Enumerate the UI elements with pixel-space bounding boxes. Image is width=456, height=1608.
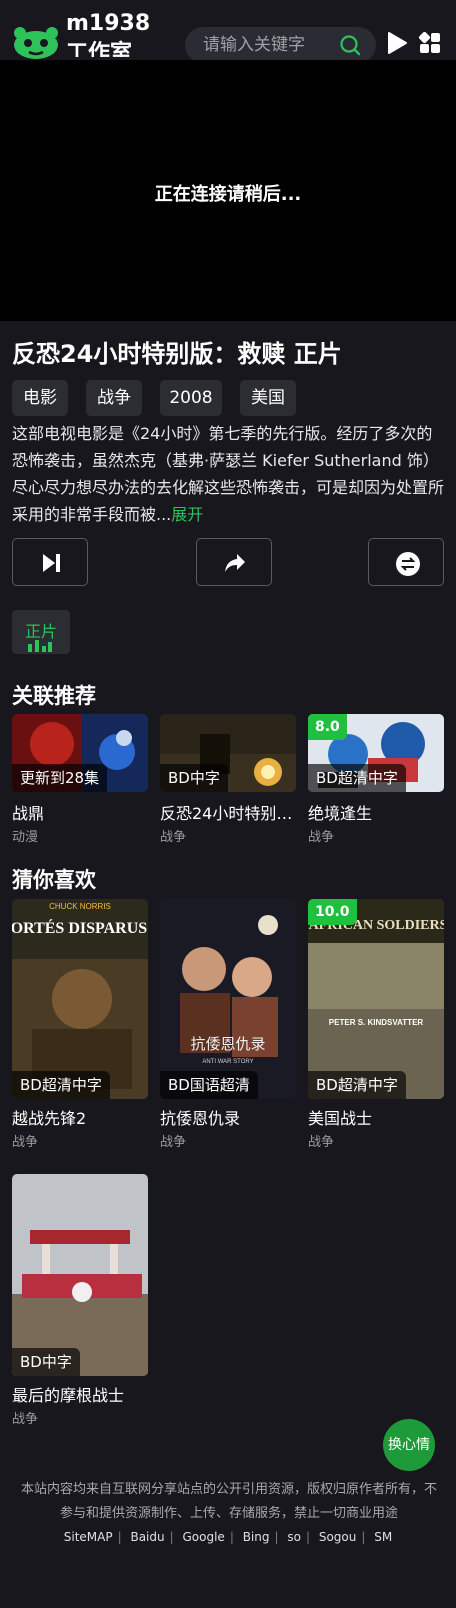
top-header: m1938工作室	[0, 0, 456, 63]
poster-image: CHUCK NORRIS PORTÉS DISPARUS 2 BD超清中字	[12, 899, 148, 1099]
play-history-icon[interactable]	[386, 31, 408, 55]
switch-source-button[interactable]	[368, 538, 444, 586]
score-badge: 8.0	[308, 714, 347, 740]
poster-top-text: CHUCK NORRIS	[49, 902, 111, 911]
footer-links: SiteMAP | Baidu | Google | Bing | so | Sogou |…	[0, 1530, 456, 1544]
card-title[interactable]: 战鼎	[12, 800, 148, 824]
share-button[interactable]	[196, 538, 272, 586]
card-genre: 战争	[12, 1412, 39, 1427]
poster-title-text: PORTÉS DISPARUS 2	[12, 918, 148, 937]
score-badge: 10.0	[308, 899, 357, 925]
divider: |	[229, 1530, 234, 1544]
episode-item-active[interactable]: 正片	[12, 610, 70, 654]
divider: |	[169, 1530, 174, 1544]
guess-section-title: 猜你喜欢	[12, 868, 96, 892]
card-title[interactable]: 美国战士	[308, 1105, 444, 1129]
footer-disclaimer: 本站内容均来自互联网分享站点的公开引用资源，版权归原作者所有，不参与和提供资源制…	[20, 1482, 437, 1521]
divider: |	[305, 1530, 311, 1544]
quality-badge: BD中字	[12, 1348, 80, 1376]
poster-sub-text: PETER S. KINDSVATTER	[329, 1018, 424, 1027]
footer-link-google[interactable]: Google	[183, 1530, 225, 1544]
poster-image: BD中字	[12, 1174, 148, 1376]
update-badge: 更新到28集	[12, 764, 108, 792]
movie-description: 这部电视电影是《24小时》第七季的先行版。经历了多次的恐怖袭击，虽然杰克（基弗·…	[12, 420, 448, 528]
card-genre: 战争	[160, 1135, 187, 1150]
quality-badge: BD中字	[160, 764, 228, 792]
poster-image: AFRICAN SOLDIERS PETER S. KINDSVATTER 10…	[308, 899, 444, 1099]
footer-link-so[interactable]: so	[287, 1530, 301, 1544]
video-player[interactable]: 正在连接请稍后...	[0, 60, 456, 321]
quality-badge: BD超清中字	[12, 1071, 110, 1099]
card-title[interactable]: 抗倭恩仇录	[160, 1105, 296, 1129]
change-mood-button[interactable]: 换心情	[383, 1419, 435, 1471]
description-text: 这部电视电影是《24小时》第七季的先行版。经历了多次的恐怖袭击，虽然杰克（基弗·…	[12, 424, 445, 524]
divider: |	[274, 1530, 279, 1544]
divider: |	[361, 1530, 366, 1544]
logo-icon[interactable]	[12, 25, 60, 59]
card-title[interactable]: 绝境逢生	[308, 800, 444, 824]
card-genre: 战争	[308, 830, 335, 845]
card-genre: 动漫	[12, 830, 39, 845]
search-icon[interactable]	[338, 33, 362, 57]
next-episode-button[interactable]	[12, 538, 88, 586]
movie-title: 反恐24小时特别版：救赎 正片	[12, 340, 342, 368]
footer-link-sogou[interactable]: Sogou	[319, 1530, 357, 1544]
divider: |	[117, 1530, 122, 1544]
footer-link-sitemap[interactable]: SiteMAP	[64, 1530, 113, 1544]
card-title[interactable]: 反恐24小时特别版：救赎	[160, 800, 296, 824]
skip-next-icon	[43, 554, 60, 572]
category-grid-icon[interactable]	[418, 31, 442, 55]
quality-badge: BD超清中字	[308, 1071, 406, 1099]
card-title[interactable]: 最后的摩根战士	[12, 1382, 148, 1406]
quality-badge: BD国语超清	[160, 1071, 258, 1099]
tag-region[interactable]: 美国	[240, 380, 296, 416]
footer-link-sm[interactable]: SM	[374, 1530, 392, 1544]
site-title[interactable]: m1938工作室	[66, 9, 152, 57]
footer-link-baidu[interactable]: Baidu	[130, 1530, 164, 1544]
share-icon	[225, 554, 245, 572]
search-box	[185, 27, 376, 63]
card-genre: 战争	[308, 1135, 335, 1150]
card-genre: 战争	[160, 830, 187, 845]
poster-image: BD中字	[160, 714, 296, 792]
poster-image: 8.0 BD超清中字	[308, 714, 444, 792]
player-status-message: 正在连接请稍后...	[154, 184, 302, 205]
card-genre: 战争	[12, 1135, 39, 1150]
playing-bars-icon	[28, 640, 52, 652]
expand-link[interactable]: 展开	[171, 505, 203, 524]
tag-year[interactable]: 2008	[160, 380, 222, 416]
poster-image: 更新到28集	[12, 714, 148, 792]
tag-genre[interactable]: 战争	[86, 380, 142, 416]
quality-badge: BD超清中字	[308, 764, 406, 792]
switch-icon	[396, 552, 420, 576]
poster-image: 抗倭恩仇录 ANTI WAR STORY BD国语超清	[160, 899, 296, 1099]
tag-type[interactable]: 电影	[12, 380, 68, 416]
poster-title-text: 抗倭恩仇录	[190, 1035, 265, 1053]
search-input[interactable]	[203, 27, 333, 63]
poster-sub-text: ANTI WAR STORY	[202, 1059, 253, 1065]
card-title[interactable]: 越战先锋2	[12, 1105, 148, 1129]
footer-link-bing[interactable]: Bing	[243, 1530, 270, 1544]
episode-label: 正片	[24, 622, 57, 641]
related-section-title: 关联推荐	[12, 684, 96, 708]
